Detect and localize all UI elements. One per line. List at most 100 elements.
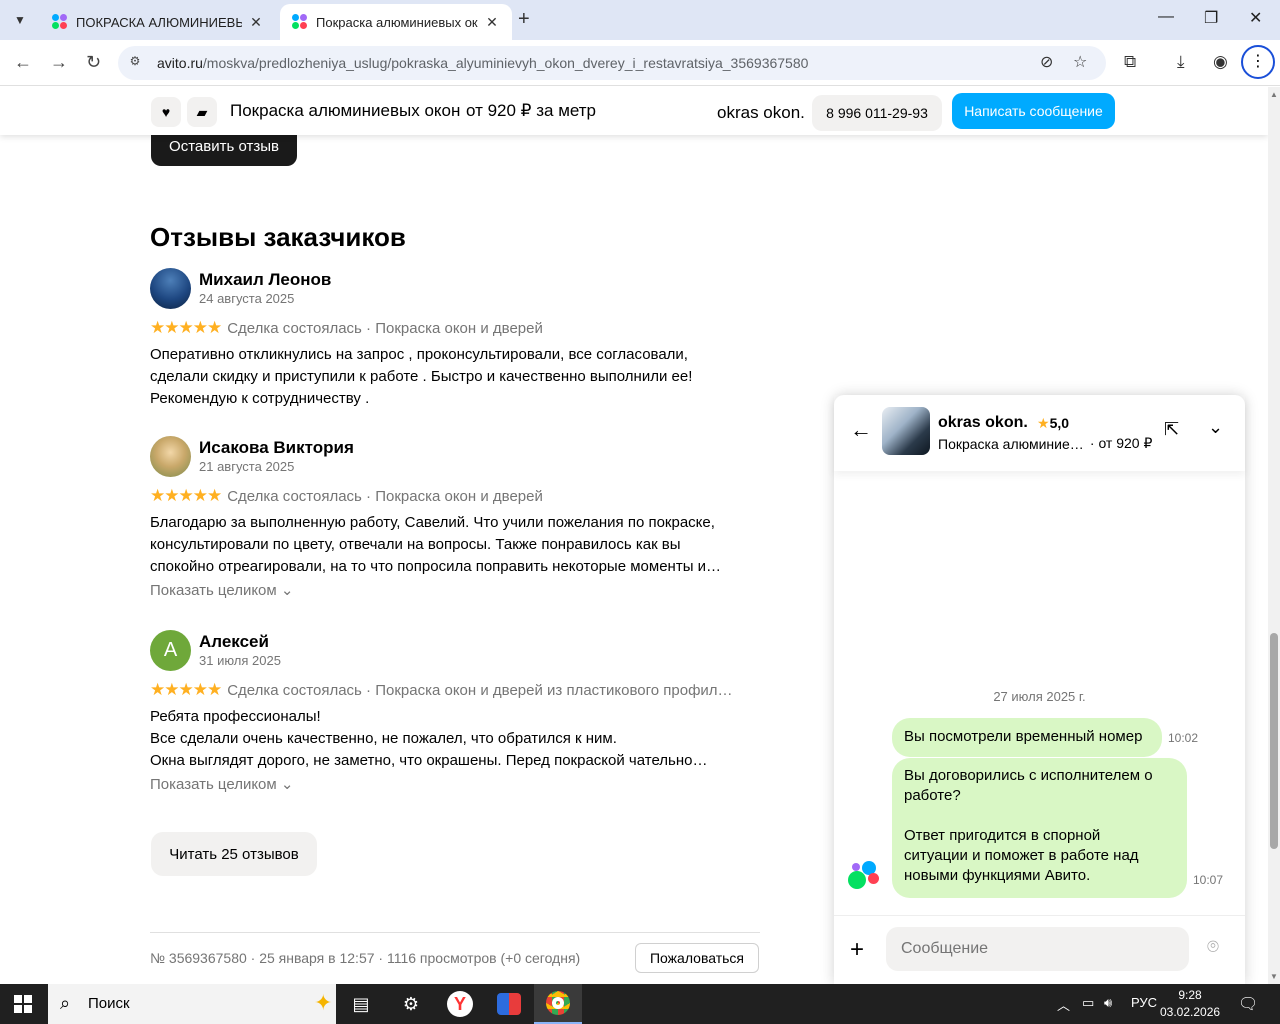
chrome-icon[interactable] <box>534 984 582 1024</box>
restore-icon[interactable]: ❐ <box>1204 8 1218 28</box>
taskbar-clock[interactable]: 9:28 03.02.2026 <box>1160 987 1220 1021</box>
review-text: Ребята профессионалы! Все сделали очень … <box>150 708 708 769</box>
avito-logo-icon <box>848 861 882 891</box>
avatar: А <box>150 630 191 671</box>
chat-seller-rating: ★5,0 <box>1037 415 1070 431</box>
download-icon[interactable]: ⤓ <box>1177 52 1185 72</box>
reviewer-name[interactable]: Михаил Леонов <box>199 270 331 290</box>
profile-icon[interactable]: ◉ <box>1213 52 1228 72</box>
browser-menu-icon[interactable]: ⋮ <box>1241 45 1275 79</box>
favorite-heart-icon[interactable]: ♥ <box>151 97 181 127</box>
show-full-review-link[interactable]: Показать целиком ⌄ <box>150 581 293 599</box>
tab-2-title: Покраска алюминиевых окон <box>316 14 478 30</box>
open-external-icon[interactable]: ⇱ <box>1164 419 1179 440</box>
windows-start-icon[interactable] <box>14 995 32 1013</box>
browser-tab-bar: ▼ ПОКРАСКА АЛЮМИНИЕВЫХ ДВЕРЕЙ ✕ Покраска… <box>0 0 1280 40</box>
tray-chevron-up-icon[interactable]: ︿ <box>1057 995 1070 1014</box>
message-time: 10:02 <box>1168 731 1199 745</box>
chat-date-separator: 27 июля 2025 г. <box>993 689 1086 704</box>
avito-favicon-icon <box>292 14 308 30</box>
ad-info: № 3569367580 · 25 января в 12:57 · 1116 … <box>150 950 581 966</box>
back-icon[interactable]: ← <box>14 52 32 73</box>
tab-1-close-icon[interactable]: ✕ <box>248 14 264 31</box>
sticky-ad-title: Покраска алюминиевых окон <box>230 101 461 120</box>
complain-button[interactable]: Пожаловаться <box>635 943 759 973</box>
address-bar[interactable]: ⚙ avito.ru/moskva/predlozheniya_uslug/po… <box>118 46 1106 80</box>
scroll-down-icon[interactable]: ▼ <box>1270 972 1278 981</box>
attach-plus-icon[interactable]: + <box>850 936 864 964</box>
reload-icon[interactable]: ↻ <box>86 52 101 73</box>
input-language[interactable]: РУС <box>1131 995 1157 1010</box>
network-icon[interactable]: ▭ <box>1082 995 1094 1011</box>
search-icon: ⌕ <box>60 993 71 1013</box>
show-phone-button[interactable]: 8 996 011-29-93 <box>812 95 942 131</box>
rating-stars-icon: ★★★★★ <box>150 486 222 505</box>
page-scrollbar[interactable]: ▲ ▼ <box>1268 87 1280 984</box>
extensions-icon[interactable]: ⧉ <box>1124 52 1136 72</box>
avatar <box>150 436 191 477</box>
tab-search-chevron-icon[interactable]: ▼ <box>6 6 34 34</box>
copilot-sparkle-icon: ✦ <box>314 990 333 1015</box>
message-input[interactable] <box>886 927 1189 971</box>
camera-icon[interactable]: ⌾ <box>1207 936 1219 959</box>
review-meta: ★★★★★ Сделка состоялась · Покраска окон и… <box>150 318 543 337</box>
notifications-icon[interactable]: 🗨︎ <box>1238 994 1258 1014</box>
reviews-heading: Отзывы заказчиков <box>150 222 406 252</box>
chat-message: Вы посмотрели временный номер <box>892 718 1162 757</box>
write-message-button[interactable]: Написать сообщение <box>952 93 1115 129</box>
yandex-browser-icon[interactable]: Y <box>436 984 484 1024</box>
tab-2-close-icon[interactable]: ✕ <box>484 14 500 31</box>
chat-header: ← okras okon. ★5,0 Покраска алюминиевых … <box>834 395 1245 471</box>
avatar <box>150 268 191 309</box>
review-text: Благодарю за выполненную работу, Савелий… <box>150 514 722 575</box>
reviewer-name[interactable]: Алексей <box>199 632 269 652</box>
scrollbar-thumb[interactable] <box>1270 633 1278 849</box>
browser-toolbar: ← → ↻ ⚙ avito.ru/moskva/predlozheniya_us… <box>0 40 1280 86</box>
taskbar-search[interactable]: ⌕ Поиск ✦ <box>48 984 336 1024</box>
tab-1-title: ПОКРАСКА АЛЮМИНИЕВЫХ ДВЕРЕЙ <box>76 14 242 30</box>
volume-icon[interactable]: 🔊︎ <box>1104 995 1112 1011</box>
close-window-icon[interactable]: ✕ <box>1249 8 1262 28</box>
divider <box>150 932 760 933</box>
review-meta: ★★★★★ Сделка состоялась · Покраска окон и… <box>150 680 733 699</box>
show-full-review-link[interactable]: Показать целиком ⌄ <box>150 775 293 793</box>
scroll-up-icon[interactable]: ▲ <box>1270 90 1278 99</box>
review-text: Оперативно откликнулись на запрос , прок… <box>150 346 693 407</box>
settings-gear-icon[interactable]: ⚙ <box>387 984 435 1024</box>
sticky-ad-price: от 920 ₽ за метр <box>466 101 597 120</box>
minimize-icon[interactable]: — <box>1158 8 1174 26</box>
chat-seller-name[interactable]: okras okon. <box>938 414 1028 432</box>
chat-ad-subtitle: Покраска алюминиевых окон · от 920 ₽ <box>938 435 1153 452</box>
star-icon: ★ <box>1037 415 1050 431</box>
read-all-reviews-button[interactable]: Читать 25 отзывов <box>151 832 317 876</box>
forward-icon[interactable]: → <box>50 52 68 73</box>
reviewer-name[interactable]: Исакова Виктория <box>199 438 354 458</box>
review-date: 21 августа 2025 <box>199 459 295 474</box>
url-text[interactable]: avito.ru/moskva/predlozheniya_uslug/pokr… <box>157 55 808 71</box>
new-tab-plus-icon[interactable]: + <box>518 8 530 31</box>
tab-1[interactable]: ПОКРАСКА АЛЮМИНИЕВЫХ ДВЕРЕЙ ✕ <box>40 4 276 40</box>
message-time: 10:07 <box>1193 873 1224 887</box>
review-meta: ★★★★★ Сделка состоялась · Покраска окон и… <box>150 486 543 505</box>
review-date: 24 августа 2025 <box>199 291 295 306</box>
ad-thumbnail[interactable] <box>882 407 930 455</box>
page-viewport: ♥ ▰ Покраска алюминиевых окон от 920 ₽ з… <box>0 87 1268 984</box>
bookmark-star-icon[interactable]: ☆ <box>1073 52 1087 72</box>
site-settings-icon[interactable]: ⚙ <box>126 54 144 72</box>
sticky-seller-name[interactable]: okras okon. <box>717 103 805 123</box>
chat-input-area: + ⌾ <box>834 915 1245 984</box>
rating-stars-icon: ★★★★★ <box>150 680 222 699</box>
rating-stars-icon: ★★★★★ <box>150 318 222 337</box>
tracking-blocked-icon[interactable]: ⊘ <box>1040 52 1053 72</box>
media-app-icon[interactable] <box>485 984 533 1024</box>
note-icon[interactable]: ▰ <box>187 97 217 127</box>
review-date: 31 июля 2025 <box>199 653 281 668</box>
task-view-icon[interactable]: ▤ <box>337 984 385 1024</box>
windows-taskbar: ⌕ Поиск ✦ ▤ ⚙ Y ︿ ▭ 🔊︎ РУС 9:28 03.02.20… <box>0 984 1280 1024</box>
tab-2-active[interactable]: Покраска алюминиевых окон ✕ <box>280 4 512 40</box>
sticky-ad-header: ♥ ▰ Покраска алюминиевых окон от 920 ₽ з… <box>0 87 1268 135</box>
avito-favicon-icon <box>52 14 68 30</box>
chat-back-arrow-icon[interactable]: ← <box>850 417 872 443</box>
chevron-down-icon[interactable]: ⌄ <box>1208 417 1223 438</box>
chat-message: Вы договорились с исполнителем о работе?… <box>892 758 1187 898</box>
